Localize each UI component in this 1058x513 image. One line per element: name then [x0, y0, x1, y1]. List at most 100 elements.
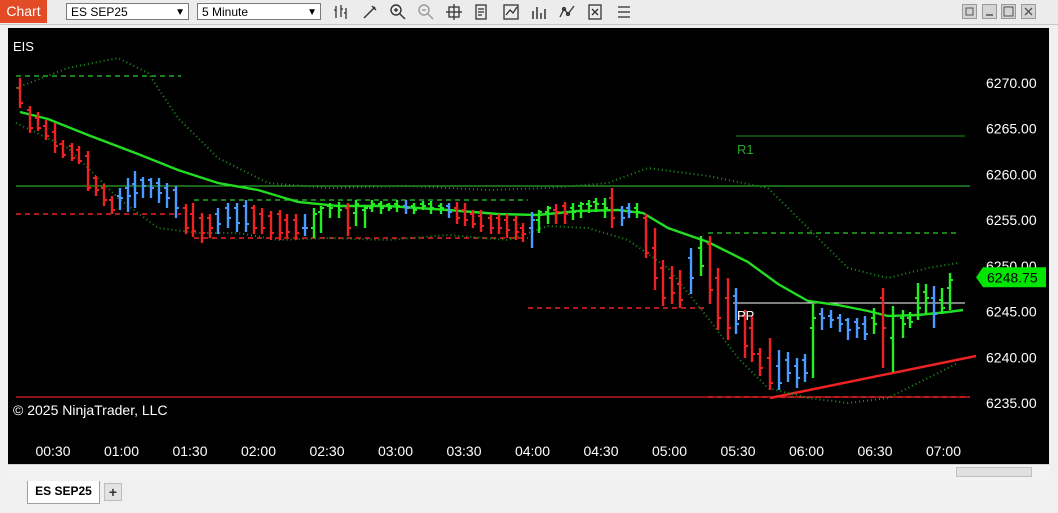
interval-select-value: 5 Minute — [202, 5, 249, 19]
price-bar — [251, 205, 257, 234]
price-bar — [85, 151, 91, 191]
price-bar — [362, 205, 368, 228]
zoom-out-icon[interactable] — [417, 3, 435, 21]
price-bar — [302, 214, 308, 236]
price-axis-label: 6265.00 — [986, 121, 1037, 137]
price-bar — [520, 223, 526, 242]
indicators-icon[interactable] — [502, 3, 520, 21]
chart-window-label: Chart — [0, 0, 47, 23]
trend-line — [769, 354, 977, 400]
instrument-label: EIS — [13, 39, 34, 54]
price-bar — [353, 200, 359, 226]
time-axis-label: 02:00 — [241, 443, 276, 459]
scrollbar-thumb[interactable] — [956, 467, 1032, 477]
price-bar — [293, 214, 299, 240]
templates-icon[interactable] — [558, 3, 576, 21]
price-bar — [504, 214, 510, 238]
price-bar — [939, 288, 945, 314]
price-bar — [428, 201, 434, 214]
time-axis-label: 00:30 — [35, 443, 70, 459]
strategies-icon[interactable] — [530, 3, 548, 21]
time-axis-label: 05:00 — [652, 443, 687, 459]
instrument-select[interactable]: ES SEP25 ▼ — [66, 3, 189, 20]
zoom-in-icon[interactable] — [389, 3, 407, 21]
price-bar — [140, 177, 146, 198]
price-axis-label: 6260.00 — [986, 166, 1037, 182]
bar-type-icon[interactable] — [332, 3, 350, 21]
time-axis-label: 05:30 — [720, 443, 755, 459]
price-bar — [345, 203, 351, 236]
price-bar — [277, 210, 283, 240]
chart-canvas[interactable]: R1PP6270.006265.006260.006255.006250.006… — [8, 28, 1049, 464]
r1-label: R1 — [737, 142, 754, 157]
price-bar — [947, 273, 953, 310]
price-bar — [688, 248, 694, 294]
price-bar — [488, 214, 494, 234]
time-axis-label: 03:00 — [378, 443, 413, 459]
price-bar — [698, 236, 704, 276]
price-bar — [819, 308, 825, 330]
minimize-icon[interactable] — [982, 4, 997, 19]
price-bar — [609, 188, 615, 228]
price-bar — [207, 214, 213, 238]
price-bar — [259, 208, 265, 234]
upper-band — [15, 56, 959, 280]
price-bar — [125, 178, 131, 212]
time-axis-label: 04:00 — [515, 443, 550, 459]
price-bar — [837, 314, 843, 332]
price-bar — [164, 183, 170, 208]
horizontal-scrollbar[interactable] — [8, 464, 1049, 480]
maximize-icon[interactable] — [1001, 4, 1016, 19]
price-bar — [225, 203, 231, 228]
price-bar — [776, 350, 782, 390]
tab-es-sep25[interactable]: ES SEP25 — [27, 481, 100, 504]
price-axis-label: 6245.00 — [986, 304, 1037, 320]
time-axis-label: 07:00 — [926, 443, 961, 459]
price-chart[interactable]: R1 PP 6270.00 6265.00 6260.00 6255.00 6250.00 6… — [8, 28, 1049, 464]
price-bar — [76, 146, 82, 164]
price-bar — [52, 123, 58, 153]
price-bar — [757, 348, 763, 376]
properties-icon[interactable] — [586, 3, 604, 21]
price-bar — [462, 203, 468, 226]
price-bar — [109, 196, 115, 214]
interval-select[interactable]: 5 Minute ▼ — [197, 3, 321, 20]
price-bar — [454, 202, 460, 224]
price-bar — [318, 206, 324, 233]
time-axis-label: 03:30 — [446, 443, 481, 459]
price-bar — [156, 178, 162, 203]
price-bar — [529, 212, 535, 248]
price-bar — [311, 208, 317, 238]
restore-icon[interactable] — [962, 4, 977, 19]
price-bar — [707, 236, 713, 304]
more-icon[interactable] — [615, 3, 633, 21]
price-bar — [27, 106, 33, 133]
price-bar — [880, 288, 886, 368]
price-bar — [215, 208, 221, 234]
chevron-down-icon: ▼ — [175, 7, 185, 18]
price-bar — [496, 214, 502, 234]
drawing-tools-icon[interactable] — [361, 3, 379, 21]
time-axis-label: 06:00 — [789, 443, 824, 459]
price-bar — [284, 214, 290, 238]
price-bar — [725, 278, 731, 340]
price-bar — [173, 186, 179, 218]
price-bar — [69, 143, 75, 161]
chart-toolbar: Chart ES SEP25 ▼ 5 Minute ▼ — [0, 0, 1058, 25]
price-bar — [336, 202, 342, 218]
price-bar — [378, 201, 384, 214]
price-axis-label: 6240.00 — [986, 349, 1037, 365]
price-bar — [767, 338, 773, 390]
tab-bar: ES SEP25 + — [0, 480, 1058, 513]
price-bar — [148, 178, 154, 198]
close-icon[interactable] — [1021, 4, 1036, 19]
copyright-text: © 2025 NinjaTrader, LLC — [13, 402, 168, 418]
add-tab-button[interactable]: + — [104, 483, 122, 501]
price-bar — [243, 200, 249, 232]
chevron-down-icon: ▼ — [307, 7, 317, 18]
data-box-icon[interactable] — [473, 3, 491, 21]
time-axis-label: 02:30 — [309, 443, 344, 459]
crosshair-icon[interactable] — [445, 3, 463, 21]
price-bar — [677, 270, 683, 308]
price-axis-label: 6270.00 — [986, 75, 1037, 91]
